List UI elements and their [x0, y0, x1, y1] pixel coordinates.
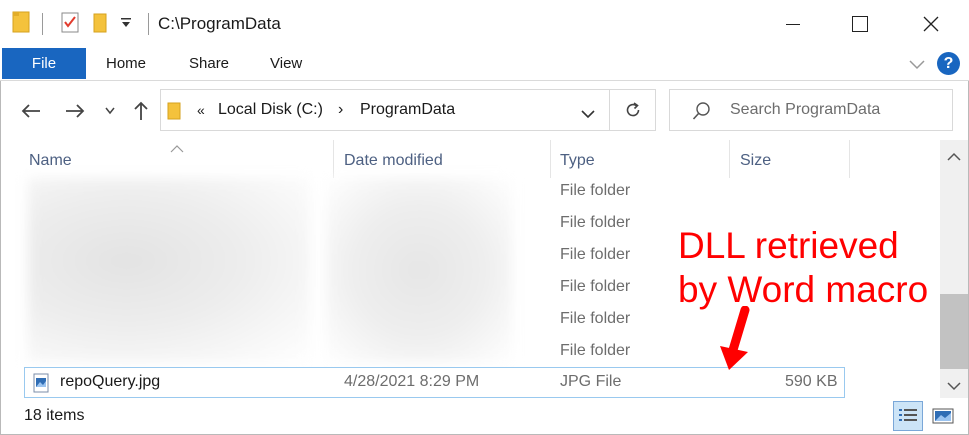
tab-share[interactable]: Share: [189, 48, 229, 79]
chevron-down-icon: [105, 107, 115, 115]
forward-button[interactable]: [62, 96, 88, 126]
ribbon-divider: [0, 80, 969, 81]
breadcrumb-local-disk[interactable]: Local Disk (C:): [218, 101, 323, 119]
table-row-type[interactable]: File folder: [560, 246, 630, 264]
file-type: JPG File: [560, 373, 622, 390]
up-arrow-icon: [134, 101, 148, 120]
title-separator: [42, 13, 43, 35]
breadcrumb-separator[interactable]: ›: [338, 101, 343, 119]
redacted-names: [28, 178, 310, 362]
table-row-type[interactable]: File folder: [560, 310, 630, 328]
column-divider[interactable]: [550, 140, 551, 178]
title-separator-2: [148, 13, 149, 35]
maximize-button[interactable]: [837, 0, 883, 48]
search-icon: [692, 101, 712, 126]
minimize-button[interactable]: [770, 0, 816, 48]
properties-icon[interactable]: [60, 10, 82, 39]
address-bar[interactable]: « Local Disk (C:) › ProgramData: [160, 89, 610, 131]
folder-icon: [12, 10, 32, 39]
annotation-arrow-icon: [720, 306, 750, 370]
table-row-type[interactable]: File folder: [560, 214, 630, 232]
sort-ascending-icon: [170, 140, 184, 158]
status-item-count: 18 items: [24, 407, 85, 424]
tab-home[interactable]: Home: [106, 48, 146, 79]
breadcrumb-programdata[interactable]: ProgramData: [360, 101, 455, 119]
details-view-button[interactable]: [893, 401, 923, 431]
close-button[interactable]: [908, 0, 954, 48]
window-title: C:\ProgramData: [158, 14, 281, 33]
folder-icon: [167, 100, 181, 127]
minimize-icon: [786, 24, 800, 25]
column-header-type[interactable]: Type: [560, 152, 595, 170]
column-divider[interactable]: [333, 140, 334, 178]
help-button[interactable]: ?: [937, 52, 960, 75]
file-size: 590 KB: [785, 373, 838, 390]
scroll-up-icon[interactable]: [947, 149, 961, 167]
annotation-line-1: DLL retrieved: [678, 225, 899, 266]
column-header-date-modified[interactable]: Date modified: [344, 152, 443, 170]
details-view-icon: [899, 409, 917, 421]
back-arrow-icon: [21, 104, 40, 118]
scrollbar-thumb[interactable]: [940, 294, 968, 369]
customize-toolbar-icon[interactable]: [120, 16, 132, 34]
expand-ribbon-icon[interactable]: [909, 57, 925, 75]
column-header-name[interactable]: Name: [29, 152, 72, 170]
search-placeholder[interactable]: Search ProgramData: [730, 101, 880, 119]
title-bar: C:\ProgramData: [0, 0, 969, 48]
large-icons-view-icon: [932, 408, 954, 424]
back-button[interactable]: [18, 96, 44, 126]
table-row-type[interactable]: File folder: [560, 278, 630, 296]
redacted-dates: [326, 178, 512, 362]
forward-arrow-icon: [66, 104, 85, 118]
table-row-type[interactable]: File folder: [560, 182, 630, 200]
up-button[interactable]: [130, 96, 152, 126]
refresh-icon: [626, 102, 639, 117]
annotation-text: DLL retrieved by Word macro: [678, 224, 928, 312]
tab-file[interactable]: File: [2, 48, 86, 79]
address-dropdown-icon[interactable]: [581, 106, 595, 124]
maximize-icon: [852, 16, 868, 32]
new-folder-icon[interactable]: [92, 10, 110, 39]
ribbon: File Home Share View: [0, 48, 969, 80]
file-date-modified: 4/28/2021 8:29 PM: [344, 373, 480, 390]
image-file-icon: [33, 373, 49, 398]
close-icon: [923, 16, 939, 32]
refresh-button[interactable]: [610, 89, 656, 131]
scroll-down-icon[interactable]: [947, 378, 961, 396]
recent-locations-button[interactable]: [103, 96, 117, 126]
table-row-type[interactable]: File folder: [560, 342, 630, 360]
column-header-size[interactable]: Size: [740, 152, 771, 170]
column-divider[interactable]: [729, 140, 730, 178]
large-icons-view-button[interactable]: [928, 401, 958, 431]
address-overflow[interactable]: «: [197, 102, 205, 118]
search-box[interactable]: Search ProgramData: [669, 89, 953, 131]
file-name[interactable]: repoQuery.jpg: [60, 373, 160, 391]
column-divider[interactable]: [849, 140, 850, 178]
tab-view[interactable]: View: [270, 48, 302, 79]
